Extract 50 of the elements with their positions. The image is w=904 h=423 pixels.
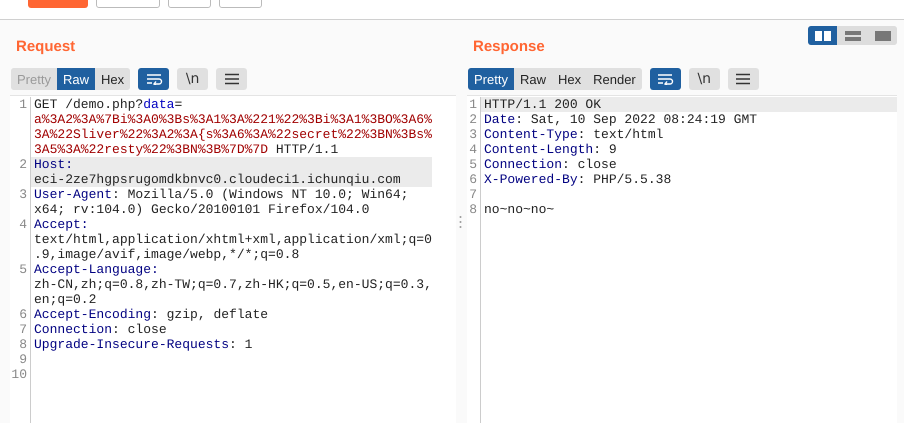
line-number: 3 [467,127,481,142]
line-number: 7 [10,322,31,337]
two-column-icon [812,28,832,42]
code-line: Upgrade-Insecure-Requests: 1 [33,337,254,352]
line-number: 8 [10,337,31,352]
line-number: 5 [467,157,481,172]
drag-handle-icon [458,214,462,228]
code-line: User-Agent: Mozilla/5.0 (Windows NT 10.0; Win64; x64; rv:104.0) Gecko/20100101 Firefox/104.0 [33,187,410,217]
line-number: 8 [467,202,481,217]
layout-toggle[interactable] [808,26,837,45]
wrap-icon [144,73,163,85]
line-number: 4 [467,142,481,157]
line-number: 6 [10,307,31,322]
line-number: 5 [10,262,31,307]
wrap-button[interactable] [138,68,170,90]
wrap-button[interactable] [650,68,681,90]
code-line: Date: Sat, 10 Sep 2022 08:24:19 GMT [483,112,758,127]
code-line: Connection: close [33,322,168,337]
editor-pane[interactable] [10,95,456,423]
code-line: Accept-Encoding: gzip, deflate [33,307,270,322]
line-number: 10 [10,367,31,382]
single-pane-icon [872,28,892,42]
line-number: 2 [467,112,481,127]
line-number: 6 [467,172,481,187]
newline-button[interactable]: \n [177,68,208,90]
editor-pane[interactable]: 1 HTTP/1.1 200 OK 2 Date: Sat, 10 Sep 2022 08:24:19 GMT 3 Content-Type: text/html 4 Content-Length: 9 5 Connection: close 6 X-Powered-By: PHP/5.5.38 7 8 no~no~no~ [467,95,897,423]
two-row-icon [842,28,862,42]
line-number: 3 [10,187,31,217]
line-number: 4 [10,217,31,262]
code-line: X-Powered-By: PHP/5.5.38 [483,172,672,187]
menu-button[interactable] [728,68,759,90]
line-number: 7 [467,187,481,202]
code-line: GET /demo.php?data= a%3A2%3A%7Bi%3A0%3Bs%3A1%3A%221%22%3Bi%3A1%3BO%3A6%3A%22Sliver%22%3A2%3A{s%3A6%3A%22secret%22%3BN%3Bs%3A5%3A%22resty%22%3BN%3B%7D%7D HTTP/1.1 [33,97,432,157]
menu-icon [224,73,240,85]
code-line: Accept-Language: zh-CN,zh;q=0.8,zh-TW;q=0.7,zh-HK;q=0.5,en-US;q=0.3,en;q=0.2 [33,262,432,307]
view-tab[interactable]: Pretty [468,68,514,90]
code-line: Accept: text/html,application/xhtml+xml,application/xml;q=0.9,image/avif,image/webp,*/*;q=0.8 [33,217,432,262]
code-line: Connection: close [483,157,618,172]
menu-icon [735,73,752,85]
menu-button[interactable] [216,68,248,90]
code-line: Content-Type: text/html [483,127,664,142]
panel-title: Request [16,38,76,55]
line-number: 9 [10,352,31,367]
wrap-icon [656,73,674,85]
code-line: Content-Length: 9 [483,142,618,157]
panel-title: Response [473,38,545,55]
newline-button[interactable]: \n [688,68,720,90]
line-number: 1 [10,97,31,157]
view-tab[interactable]: Raw [56,68,95,90]
code-line: no~no~no~ [483,202,556,217]
